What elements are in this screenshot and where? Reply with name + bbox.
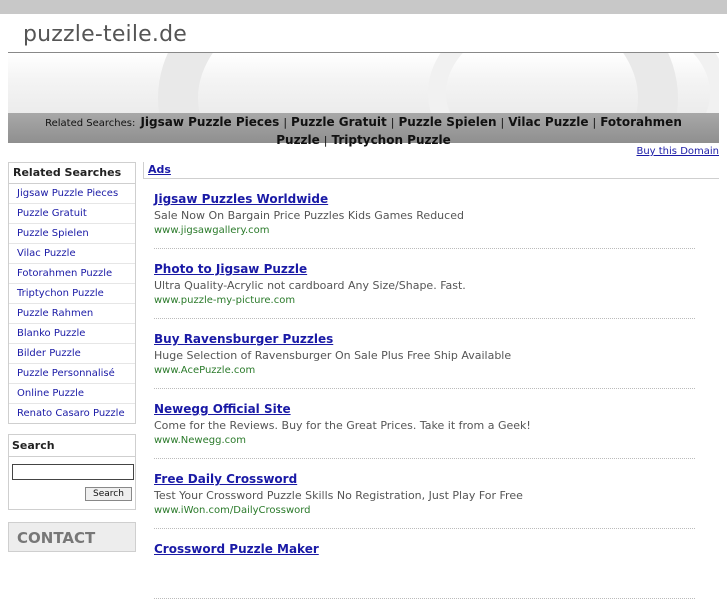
related-link-puzzle-gratuit[interactable]: Puzzle Gratuit [291, 115, 387, 129]
ad-item: Photo to Jigsaw Puzzle Ultra Quality-Acr… [154, 249, 695, 319]
sidebar-item[interactable]: Puzzle Spielen [9, 224, 135, 244]
ad-url[interactable]: www.jigsawgallery.com [154, 225, 270, 236]
sidebar: Related Searches Jigsaw Puzzle Pieces Pu… [8, 162, 136, 552]
sidebar-item[interactable]: Puzzle Gratuit [9, 204, 135, 224]
sidebar-item[interactable]: Renato Casaro Puzzle [9, 404, 135, 423]
related-link-triptychon-puzzle[interactable]: Triptychon Puzzle [332, 133, 451, 147]
search-input[interactable] [12, 464, 134, 480]
related-searches-label: Related Searches: [45, 118, 136, 129]
ad-item: Newegg Official Site Come for the Review… [154, 389, 695, 459]
sidebar-item[interactable]: Bilder Puzzle [9, 344, 135, 364]
ad-description: Sale Now On Bargain Price Puzzles Kids G… [154, 209, 464, 222]
related-searches-box: Related Searches Jigsaw Puzzle Pieces Pu… [8, 162, 136, 424]
contact-box[interactable]: CONTACT [8, 522, 136, 552]
sidebar-item[interactable]: Puzzle Rahmen [9, 304, 135, 324]
related-link-jigsaw-puzzle-pieces[interactable]: Jigsaw Puzzle Pieces [140, 115, 279, 129]
separator: | [323, 134, 328, 147]
separator: | [283, 116, 288, 129]
separator: | [390, 116, 395, 129]
ad-item: Buy Ravensburger Puzzles Huge Selection … [154, 319, 695, 389]
ad-title-link[interactable]: Jigsaw Puzzles Worldwide [154, 192, 328, 206]
ads-label[interactable]: Ads [143, 162, 719, 179]
ad-title-link[interactable]: Newegg Official Site [154, 402, 291, 416]
search-button[interactable]: Search [85, 487, 132, 501]
ad-url[interactable]: www.iWon.com/DailyCrossword [154, 505, 311, 516]
sidebar-item[interactable]: Blanko Puzzle [9, 324, 135, 344]
sidebar-item[interactable]: Jigsaw Puzzle Pieces [9, 184, 135, 204]
ad-item: Crossword Puzzle Maker [154, 529, 695, 599]
header-banner [8, 53, 719, 113]
ads-panel: Ads Jigsaw Puzzles Worldwide Sale Now On… [143, 162, 719, 599]
ad-url[interactable]: www.AcePuzzle.com [154, 365, 255, 376]
ad-description: Test Your Crossword Puzzle Skills No Reg… [154, 489, 523, 502]
top-strip [0, 0, 727, 14]
banner-decoration [428, 53, 719, 113]
ad-item: Jigsaw Puzzles Worldwide Sale Now On Bar… [154, 179, 695, 249]
separator: | [500, 116, 505, 129]
related-link-puzzle-spielen[interactable]: Puzzle Spielen [398, 115, 496, 129]
ad-url[interactable]: www.Newegg.com [154, 435, 246, 446]
ad-item: Free Daily Crossword Test Your Crossword… [154, 459, 695, 529]
ad-title-link[interactable]: Crossword Puzzle Maker [154, 542, 319, 556]
sidebar-item[interactable]: Vilac Puzzle [9, 244, 135, 264]
ad-title-link[interactable]: Free Daily Crossword [154, 472, 297, 486]
site-title: puzzle-teile.de [23, 22, 188, 47]
ad-description: Ultra Quality-Acrylic not cardboard Any … [154, 279, 466, 292]
sidebar-item[interactable]: Puzzle Personnalisé [9, 364, 135, 384]
related-searches-bar: Related Searches: Jigsaw Puzzle Pieces | P… [8, 113, 719, 147]
sidebar-list: Jigsaw Puzzle Pieces Puzzle Gratuit Puzz… [9, 184, 135, 423]
ad-title-link[interactable]: Photo to Jigsaw Puzzle [154, 262, 307, 276]
sidebar-item[interactable]: Triptychon Puzzle [9, 284, 135, 304]
ad-description: Huge Selection of Ravensburger On Sale P… [154, 349, 512, 362]
separator: | [592, 116, 597, 129]
buy-domain-link[interactable]: Buy this Domain [636, 146, 719, 157]
related-link-vilac-puzzle[interactable]: Vilac Puzzle [508, 115, 588, 129]
sidebar-item[interactable]: Fotorahmen Puzzle [9, 264, 135, 284]
search-box: Search Search [8, 434, 136, 510]
search-heading: Search [9, 435, 135, 457]
ad-title-link[interactable]: Buy Ravensburger Puzzles [154, 332, 333, 346]
sidebar-heading: Related Searches [9, 163, 135, 184]
ad-url[interactable]: www.puzzle-my-picture.com [154, 295, 295, 306]
ad-description: Come for the Reviews. Buy for the Great … [154, 419, 531, 432]
sidebar-item[interactable]: Online Puzzle [9, 384, 135, 404]
